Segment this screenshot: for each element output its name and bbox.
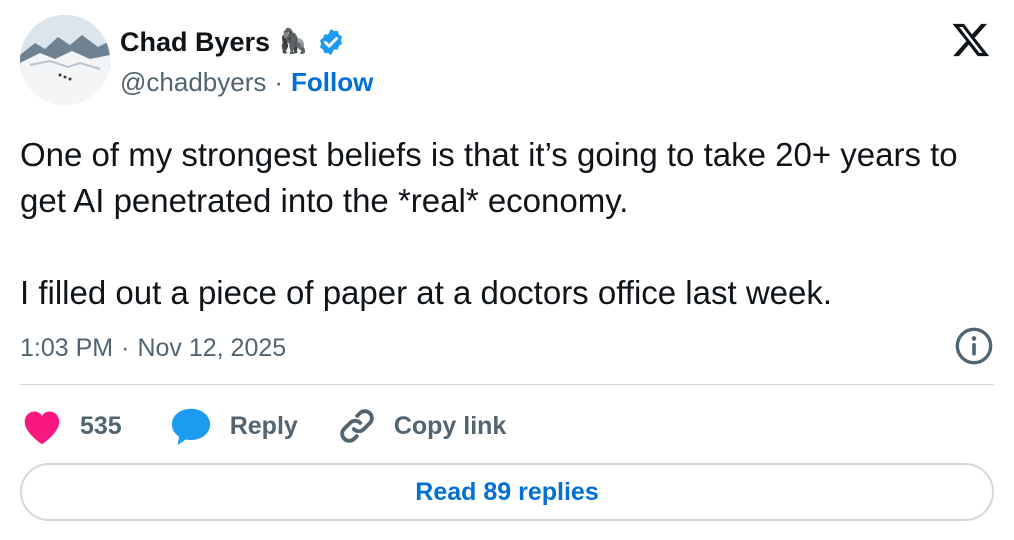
reply-button[interactable]: Reply xyxy=(168,406,298,446)
like-count: 535 xyxy=(80,411,122,440)
link-icon xyxy=(340,409,374,443)
separator-dot: · xyxy=(274,66,284,97)
author-handle[interactable]: @chadbyers xyxy=(120,67,266,98)
reply-label: Reply xyxy=(229,411,298,440)
author-name-row: Chad Byers 🦍 xyxy=(120,22,346,62)
tweet-paragraph: I filled out a piece of paper at a docto… xyxy=(20,274,833,311)
like-button[interactable]: 535 xyxy=(20,406,122,446)
tweet-date: Nov 12, 2025 xyxy=(137,333,287,362)
follow-button[interactable]: Follow xyxy=(291,67,373,98)
separator-dot: · xyxy=(121,333,130,362)
tweet-time: 1:03 PM xyxy=(20,333,114,362)
tweet-timestamp[interactable]: 1:03 PM · Nov 12, 2025 xyxy=(20,330,286,366)
verified-badge-icon xyxy=(319,28,342,56)
info-icon[interactable] xyxy=(954,326,994,366)
tweet-text: One of my strongest beliefs is that it’s… xyxy=(20,132,990,316)
author-name[interactable]: Chad Byers xyxy=(120,27,270,58)
read-replies-button[interactable]: Read 89 replies xyxy=(20,463,994,521)
tweet-paragraph: One of my strongest beliefs is that it’s… xyxy=(20,136,958,219)
gorilla-emoji: 🦍 xyxy=(278,28,308,55)
reply-bubble-icon xyxy=(171,408,210,446)
divider xyxy=(20,384,994,385)
copy-link-button[interactable]: Copy link xyxy=(336,405,507,447)
heart-icon xyxy=(24,411,60,445)
avatar[interactable] xyxy=(20,15,110,105)
action-bar: 535 Reply Copy link xyxy=(20,400,506,452)
copy-link-label: Copy link xyxy=(393,411,507,440)
x-logo-icon[interactable] xyxy=(950,20,992,60)
author-handle-row: @chadbyers · Follow xyxy=(120,64,373,100)
